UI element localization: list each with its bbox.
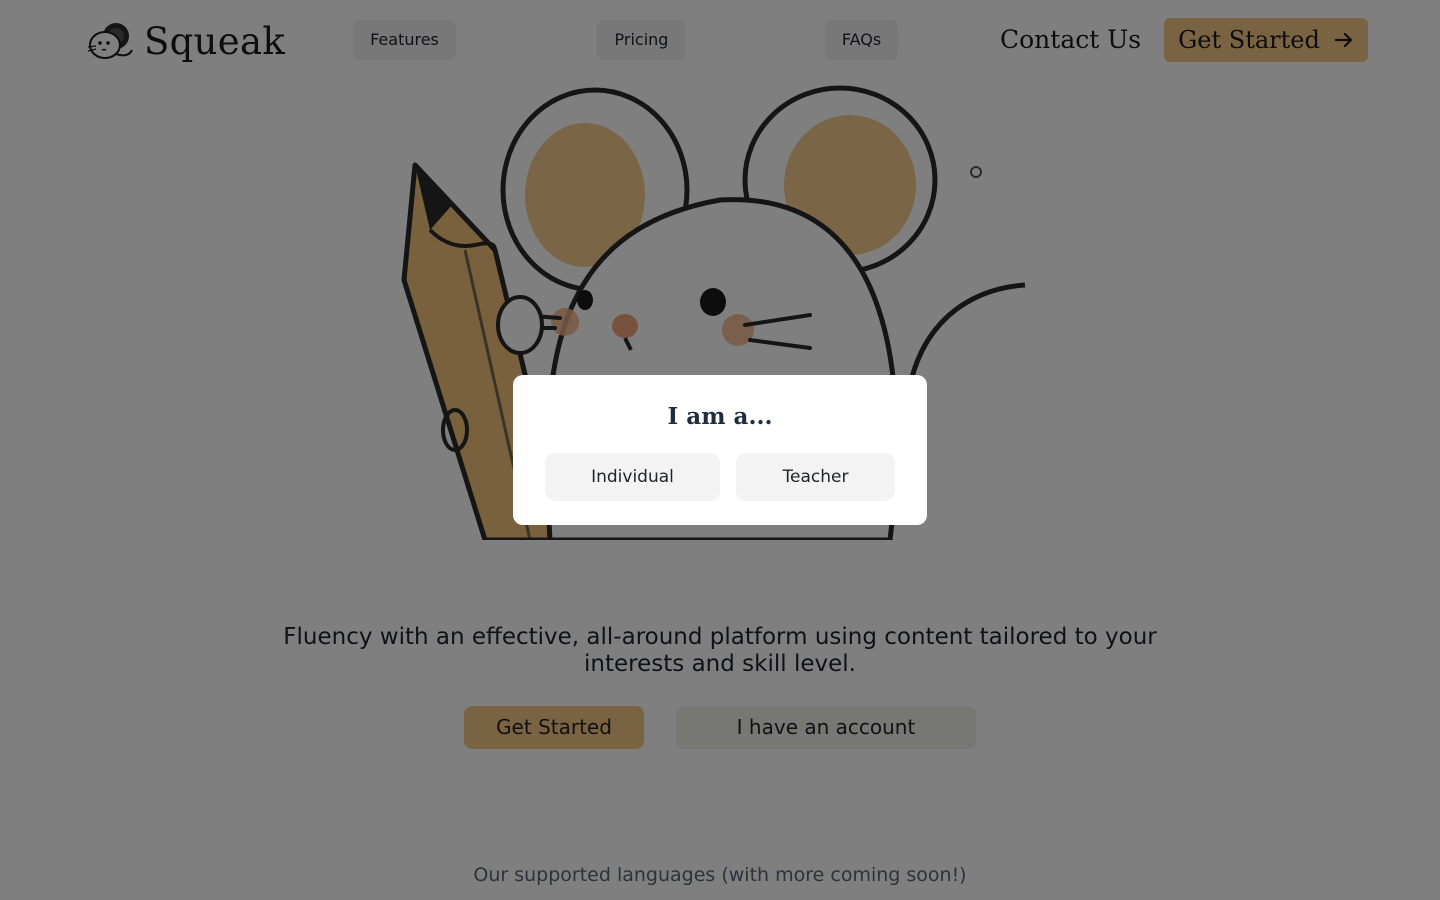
role-selection-dialog: I am a... Individual Teacher bbox=[513, 375, 927, 525]
individual-role-button[interactable]: Individual bbox=[545, 453, 720, 501]
teacher-role-button[interactable]: Teacher bbox=[736, 453, 895, 501]
dialog-title: I am a... bbox=[667, 403, 773, 430]
